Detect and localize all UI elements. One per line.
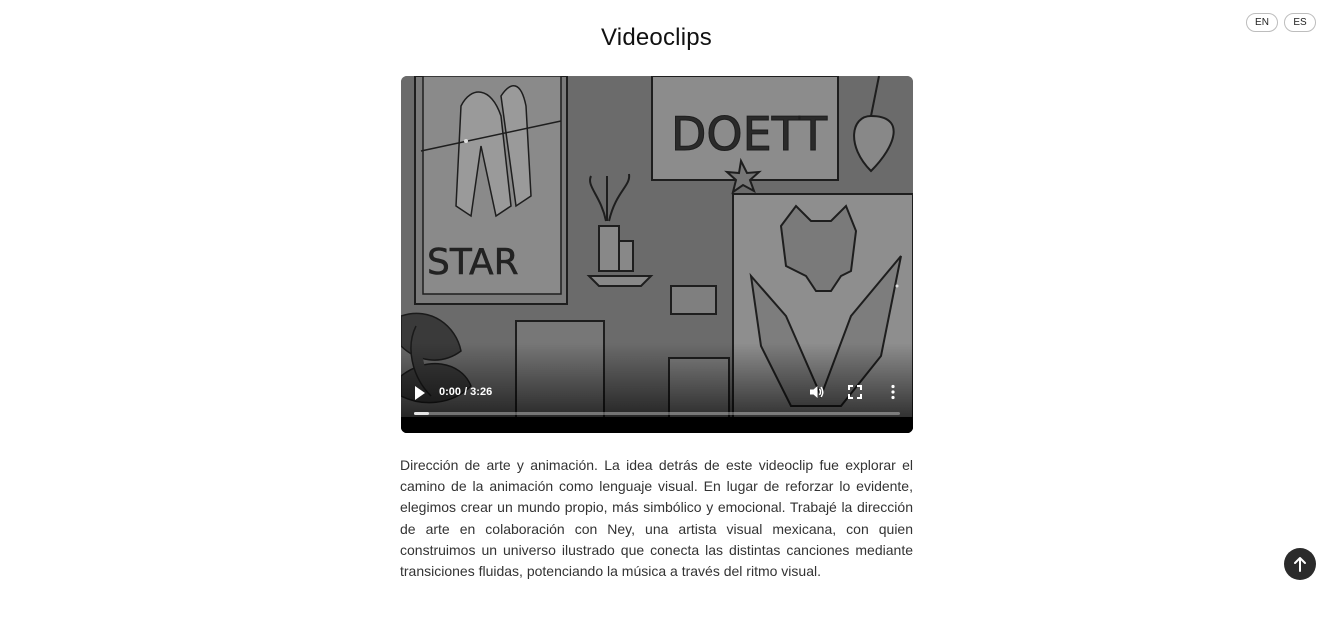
time-display: 0:00 / 3:26 [439, 386, 493, 398]
video-bottom-bar [401, 417, 913, 433]
more-options-icon[interactable] [888, 384, 898, 400]
arrow-up-icon [1294, 557, 1306, 572]
page-title: Videoclips [601, 24, 712, 51]
progress-fill [414, 412, 429, 415]
video-player[interactable]: STAR DOETT 0:00 / 3:26 [401, 76, 913, 433]
progress-bar[interactable] [414, 412, 900, 415]
play-icon[interactable] [413, 385, 427, 401]
back-to-top-button[interactable] [1284, 548, 1316, 580]
poster-star-text: STAR [427, 242, 519, 283]
project-description: Dirección de arte y animación. La idea d… [400, 457, 913, 580]
volume-icon[interactable] [809, 384, 825, 400]
fullscreen-icon[interactable] [848, 385, 862, 399]
poster-doett-text: DOETT [671, 107, 828, 161]
